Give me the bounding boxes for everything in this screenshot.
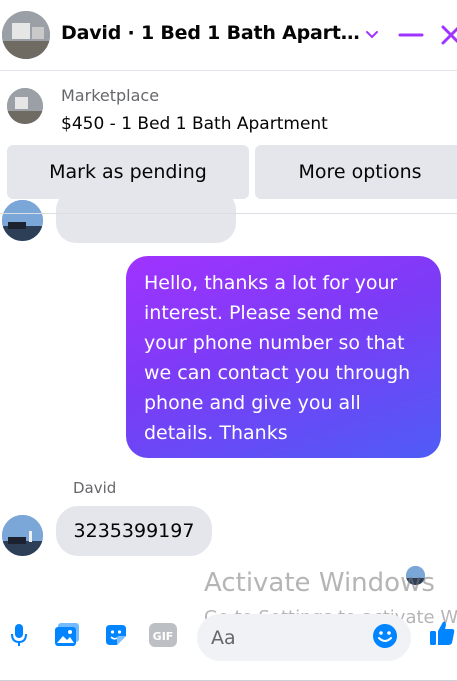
listing-thumbnail[interactable] bbox=[7, 88, 43, 124]
microphone-icon[interactable] bbox=[4, 620, 34, 650]
outgoing-message-bubble[interactable]: Hello, thanks a lot for your interest. P… bbox=[126, 256, 441, 458]
contact-avatar[interactable] bbox=[2, 11, 50, 59]
close-icon[interactable] bbox=[438, 22, 457, 48]
image-icon[interactable] bbox=[52, 620, 82, 650]
chat-title[interactable]: David · 1 Bed 1 Bath Apart… bbox=[61, 22, 360, 44]
contact-message-avatar bbox=[2, 515, 43, 556]
minimize-icon[interactable] bbox=[398, 22, 424, 48]
gif-label: GIF bbox=[153, 630, 174, 643]
incoming-message-bubble[interactable]: 3235399197 bbox=[56, 506, 212, 556]
sender-name: David bbox=[73, 479, 117, 497]
more-options-button[interactable]: More options bbox=[255, 145, 457, 199]
gif-icon[interactable]: GIF bbox=[148, 620, 178, 650]
contact-message-avatar bbox=[2, 200, 43, 241]
emoji-icon[interactable] bbox=[370, 621, 400, 651]
chevron-down-icon[interactable] bbox=[359, 22, 385, 48]
thread-top-divider bbox=[0, 213, 457, 214]
sticker-icon[interactable] bbox=[101, 620, 131, 650]
marketplace-label: Marketplace bbox=[61, 86, 160, 105]
thumbs-up-icon[interactable] bbox=[427, 618, 457, 648]
listing-title[interactable]: $450 - 1 Bed 1 Bath Apartment bbox=[61, 114, 328, 134]
incoming-message-bubble-partial bbox=[56, 190, 236, 243]
